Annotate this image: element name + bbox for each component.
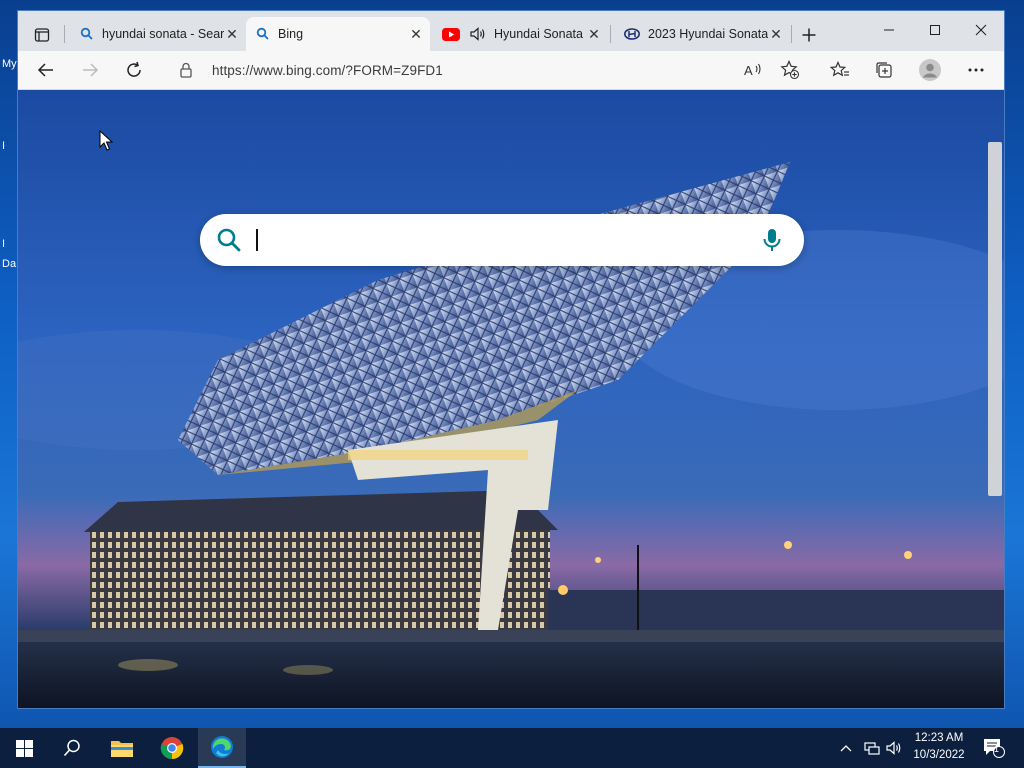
- forward-button[interactable]: [74, 55, 106, 85]
- browser-window: hyundai sonata - Sear ✕ Bing ✕ Hyundai S…: [18, 11, 1004, 708]
- chrome-icon: [160, 737, 184, 760]
- minimize-button[interactable]: [866, 15, 912, 45]
- search-icon: [63, 739, 80, 757]
- tab-title: 2023 Hyundai Sonata: [648, 27, 768, 41]
- settings-more-button[interactable]: [960, 55, 992, 85]
- add-favorite-button[interactable]: [774, 55, 806, 85]
- avatar-icon: [919, 59, 941, 81]
- tab-separator: [64, 25, 65, 43]
- bing-search-icon: [256, 27, 269, 40]
- edge-icon: [211, 736, 233, 758]
- close-icon[interactable]: ✕: [408, 26, 424, 42]
- network-button[interactable]: [860, 728, 884, 768]
- close-icon: [975, 24, 987, 36]
- close-window-button[interactable]: [958, 15, 1004, 45]
- collections-button[interactable]: [868, 55, 900, 85]
- file-explorer-button[interactable]: [98, 728, 146, 768]
- audio-playing-icon[interactable]: [470, 27, 486, 41]
- collections-icon: [876, 62, 892, 78]
- desktop-icon-label[interactable]: My: [2, 58, 17, 70]
- close-icon[interactable]: ✕: [224, 26, 240, 42]
- tab-hyundai-sonata-youtube[interactable]: Hyundai Sonata ✕: [432, 17, 608, 51]
- chevron-up-icon: [840, 745, 852, 752]
- profile-button[interactable]: [914, 55, 946, 85]
- start-button[interactable]: [0, 728, 48, 768]
- back-button[interactable]: [30, 55, 62, 85]
- plus-icon: [802, 28, 816, 42]
- search-input[interactable]: [260, 224, 744, 258]
- desktop-icon-label[interactable]: I: [2, 140, 5, 152]
- address-bar-url[interactable]: https://www.bing.com/?FORM=Z9FD1: [212, 63, 443, 78]
- notifications-button[interactable]: 1: [978, 728, 1010, 768]
- notification-count-badge: 1: [994, 744, 1000, 754]
- mouse-cursor-icon: [99, 130, 113, 151]
- clock-date[interactable]: 10/3/2022: [904, 749, 974, 761]
- background-photo: [18, 90, 1004, 708]
- refresh-icon: [127, 61, 141, 77]
- show-hidden-icons-button[interactable]: [834, 728, 858, 768]
- tab-actions-button[interactable]: [26, 19, 58, 51]
- maximize-button[interactable]: [912, 15, 958, 45]
- desktop-icon-label[interactable]: Da: [2, 258, 16, 270]
- tab-separator: [610, 25, 611, 43]
- text-caret: [256, 229, 258, 251]
- favorites-button[interactable]: [824, 55, 856, 85]
- site-info-button[interactable]: [170, 55, 202, 85]
- tab-2023-hyundai-sonata[interactable]: 2023 Hyundai Sonata ✕: [614, 17, 790, 51]
- navigation-toolbar: https://www.bing.com/?FORM=Z9FD1 A: [18, 51, 1004, 90]
- back-arrow-icon: [37, 63, 53, 77]
- network-icon: [864, 742, 880, 755]
- desktop-icons: My I I Da: [0, 0, 18, 720]
- star-add-icon: [780, 60, 800, 80]
- tab-bar: hyundai sonata - Sear ✕ Bing ✕ Hyundai S…: [18, 11, 1004, 51]
- tab-separator: [791, 25, 792, 43]
- tab-actions-icon: [34, 28, 50, 42]
- maximize-icon: [930, 25, 940, 35]
- search-box[interactable]: [200, 214, 804, 266]
- svg-text:A: A: [744, 63, 753, 78]
- desktop-icon-label[interactable]: I: [2, 238, 5, 250]
- tab-hyundai-sonata-search[interactable]: hyundai sonata - Sear ✕: [70, 17, 246, 51]
- hyundai-logo-icon: [624, 28, 640, 40]
- chrome-button[interactable]: [148, 728, 196, 768]
- taskbar: 12:23 AM 10/3/2022 1: [0, 728, 1024, 768]
- close-icon[interactable]: ✕: [586, 26, 602, 42]
- refresh-button[interactable]: [118, 55, 150, 85]
- folder-icon: [111, 741, 133, 757]
- bing-search-icon: [80, 27, 93, 40]
- favorites-icon: [830, 61, 849, 77]
- forward-arrow-icon: [83, 63, 99, 77]
- windows-logo-icon: [15, 739, 33, 757]
- new-tab-button[interactable]: [794, 21, 824, 49]
- clock-time[interactable]: 12:23 AM: [904, 732, 974, 744]
- tab-title: hyundai sonata - Sear: [102, 27, 224, 41]
- search-icon: [217, 228, 241, 252]
- tab-title: Hyundai Sonata: [494, 27, 583, 41]
- search-taskbar-button[interactable]: [48, 728, 96, 768]
- minimize-icon: [884, 29, 894, 31]
- scrollbar[interactable]: [988, 142, 1002, 496]
- microphone-icon[interactable]: [762, 227, 782, 253]
- edge-button[interactable]: [198, 728, 246, 768]
- volume-button[interactable]: [882, 728, 906, 768]
- read-aloud-icon: A: [744, 63, 761, 78]
- more-dots-icon: [968, 68, 984, 72]
- volume-icon: [886, 741, 901, 755]
- close-icon[interactable]: ✕: [768, 26, 784, 42]
- tab-title: Bing: [278, 27, 304, 41]
- bing-homepage: [18, 90, 1004, 708]
- tab-bing[interactable]: Bing ✕: [246, 17, 430, 51]
- lock-icon: [180, 62, 192, 78]
- youtube-icon: [442, 27, 460, 41]
- read-aloud-button[interactable]: A: [738, 55, 770, 85]
